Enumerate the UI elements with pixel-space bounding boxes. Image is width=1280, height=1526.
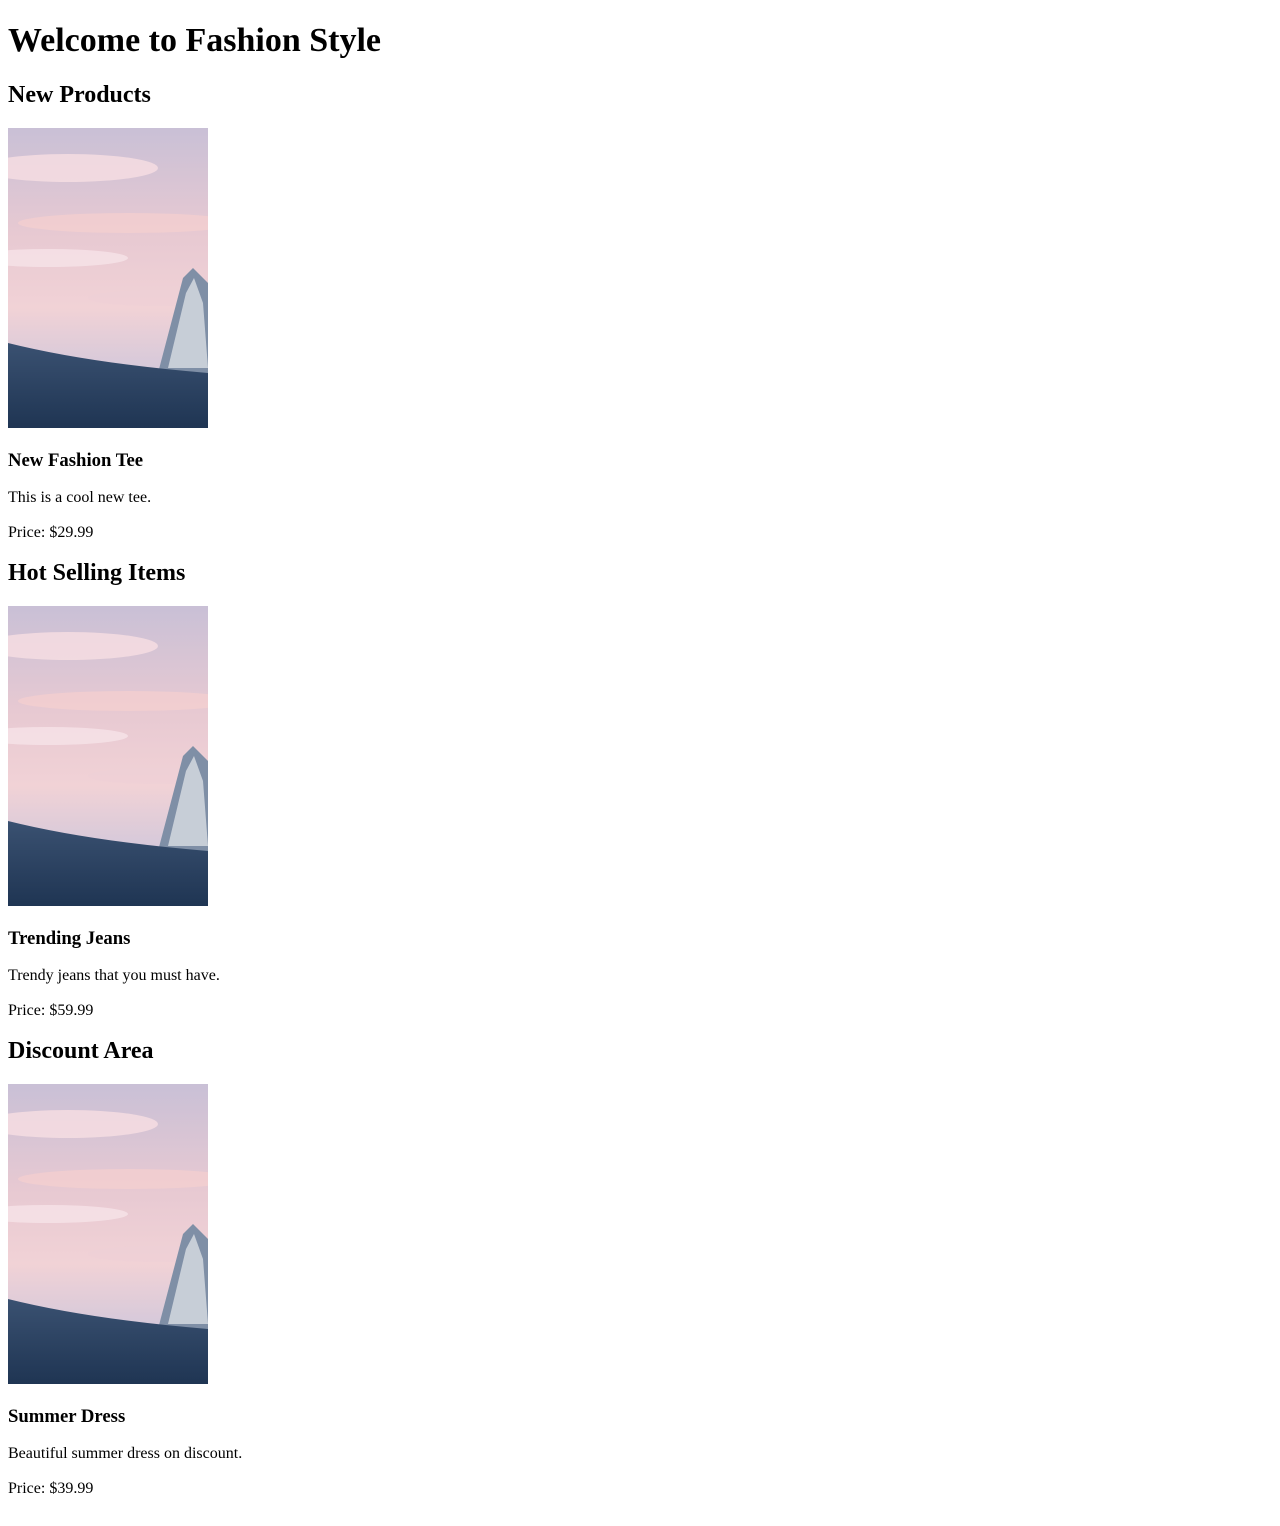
- product-description: Trendy jeans that you must have.: [8, 967, 220, 984]
- product-description: Beautiful summer dress on discount.: [8, 1445, 243, 1462]
- page: Welcome to Fashion Style New Products Ne…: [8, 0, 1272, 1498]
- product-name: Summer Dress: [8, 1406, 126, 1427]
- section-new-products: New Products New Fashion Tee This is a c…: [8, 80, 1272, 542]
- product-price: Price: $29.99: [8, 524, 94, 541]
- section-hot-selling-items: Hot Selling Items Trending Jeans Trendy …: [8, 558, 1272, 1020]
- product-image[interactable]: [8, 128, 208, 428]
- product-card: Summer Dress Beautiful summer dress on d…: [8, 1084, 1272, 1498]
- page-title: Welcome to Fashion Style: [8, 22, 382, 59]
- product-name: New Fashion Tee: [8, 450, 144, 471]
- section-title: New Products: [8, 82, 151, 108]
- section-title: Hot Selling Items: [8, 560, 186, 586]
- product-card: New Fashion Tee This is a cool new tee. …: [8, 128, 1272, 542]
- section-discount-area: Discount Area Summer Dress Beautiful sum…: [8, 1036, 1272, 1498]
- product-image[interactable]: [8, 1084, 208, 1384]
- section-title: Discount Area: [8, 1038, 154, 1064]
- product-image[interactable]: [8, 606, 208, 906]
- product-description: This is a cool new tee.: [8, 489, 152, 506]
- product-price: Price: $39.99: [8, 1480, 94, 1497]
- product-name: Trending Jeans: [8, 928, 131, 949]
- product-card: Trending Jeans Trendy jeans that you mus…: [8, 606, 1272, 1020]
- product-price: Price: $59.99: [8, 1002, 94, 1019]
